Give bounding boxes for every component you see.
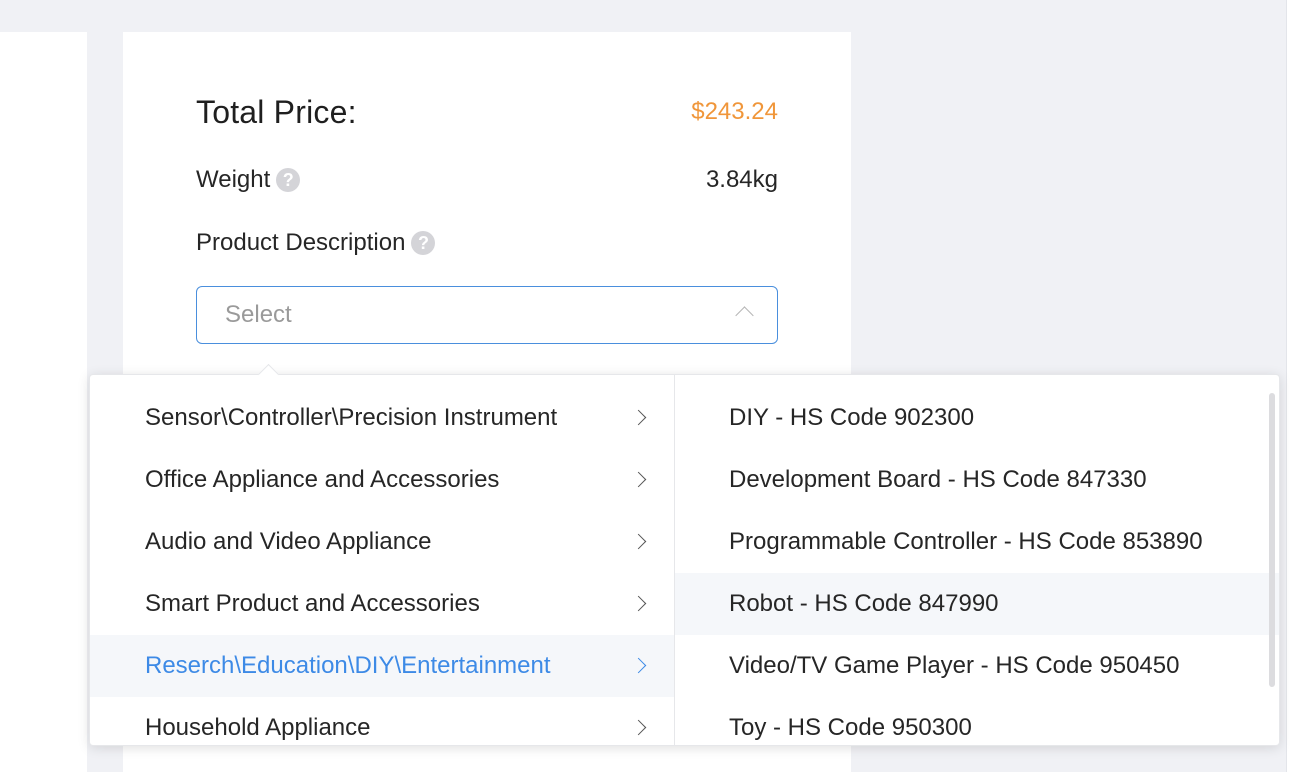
category-label: Smart Product and Accessories — [145, 590, 480, 617]
subcategory-label: Video/TV Game Player - HS Code 950450 — [729, 652, 1180, 679]
product-description-select[interactable]: Select — [196, 286, 778, 344]
left-panel — [0, 32, 87, 772]
subcategory-column: DIY - HS Code 902300 Development Board -… — [675, 387, 1279, 745]
chevron-right-icon — [630, 595, 647, 612]
category-label: Audio and Video Appliance — [145, 528, 432, 555]
category-label: Household Appliance — [145, 714, 371, 741]
subcategory-label: Development Board - HS Code 847330 — [729, 466, 1147, 493]
product-description-label: Product Description — [196, 229, 406, 256]
total-price-value: $243.24 — [691, 98, 778, 125]
subcategory-label: DIY - HS Code 902300 — [729, 404, 975, 431]
category-label: Sensor\Controller\Precision Instrument — [145, 404, 558, 431]
category-item[interactable]: Household Appliance — [90, 697, 674, 745]
weight-help-icon[interactable]: ? — [276, 168, 301, 192]
chevron-right-icon — [630, 471, 647, 488]
subcategory-item-hovered[interactable]: Robot - HS Code 847990 — [675, 573, 1279, 635]
category-column: Sensor\Controller\Precision Instrument O… — [90, 387, 674, 745]
product-description-help-icon[interactable]: ? — [411, 231, 436, 255]
subcategory-item[interactable]: Toy - HS Code 950300 — [675, 697, 1279, 745]
weight-value: 3.84kg — [705, 166, 778, 193]
weight-label: Weight — [196, 166, 271, 193]
category-label: Reserch\Education\DIY\Entertainment — [145, 652, 551, 679]
select-placeholder: Select — [225, 301, 292, 328]
subcategory-item[interactable]: Programmable Controller - HS Code 853890 — [675, 511, 1279, 573]
chevron-right-icon — [630, 657, 647, 674]
page: Total Price: $243.24 Weight ? 3.84kg Pro… — [0, 0, 1290, 772]
subcategory-item[interactable]: DIY - HS Code 902300 — [675, 387, 1279, 449]
total-price-label: Total Price: — [196, 93, 357, 130]
weight-row: Weight ? 3.84kg — [196, 162, 778, 198]
weight-label-group: Weight ? — [196, 166, 301, 194]
chevron-up-icon[interactable] — [735, 306, 754, 325]
cascader-dropdown: Sensor\Controller\Precision Instrument O… — [89, 374, 1280, 746]
subcategory-scrollbar[interactable] — [1265, 387, 1279, 745]
category-label: Office Appliance and Accessories — [145, 466, 500, 493]
category-item[interactable]: Office Appliance and Accessories — [90, 449, 674, 511]
right-edge-panel — [1286, 0, 1290, 772]
total-price-row: Total Price: $243.24 — [196, 90, 778, 134]
category-item-active[interactable]: Reserch\Education\DIY\Entertainment — [90, 635, 674, 697]
category-item[interactable]: Sensor\Controller\Precision Instrument — [90, 387, 674, 449]
subcategory-item[interactable]: Development Board - HS Code 847330 — [675, 449, 1279, 511]
subcategory-item[interactable]: Video/TV Game Player - HS Code 950450 — [675, 635, 1279, 697]
subcategory-label: Programmable Controller - HS Code 853890 — [729, 528, 1203, 555]
scrollbar-thumb[interactable] — [1269, 393, 1275, 687]
chevron-right-icon — [630, 719, 647, 736]
subcategory-label: Robot - HS Code 847990 — [729, 590, 999, 617]
category-item[interactable]: Smart Product and Accessories — [90, 573, 674, 635]
chevron-right-icon — [630, 409, 647, 426]
chevron-right-icon — [630, 533, 647, 550]
product-description-row: Product Description ? — [196, 225, 436, 261]
subcategory-label: Toy - HS Code 950300 — [729, 714, 972, 741]
category-item[interactable]: Audio and Video Appliance — [90, 511, 674, 573]
